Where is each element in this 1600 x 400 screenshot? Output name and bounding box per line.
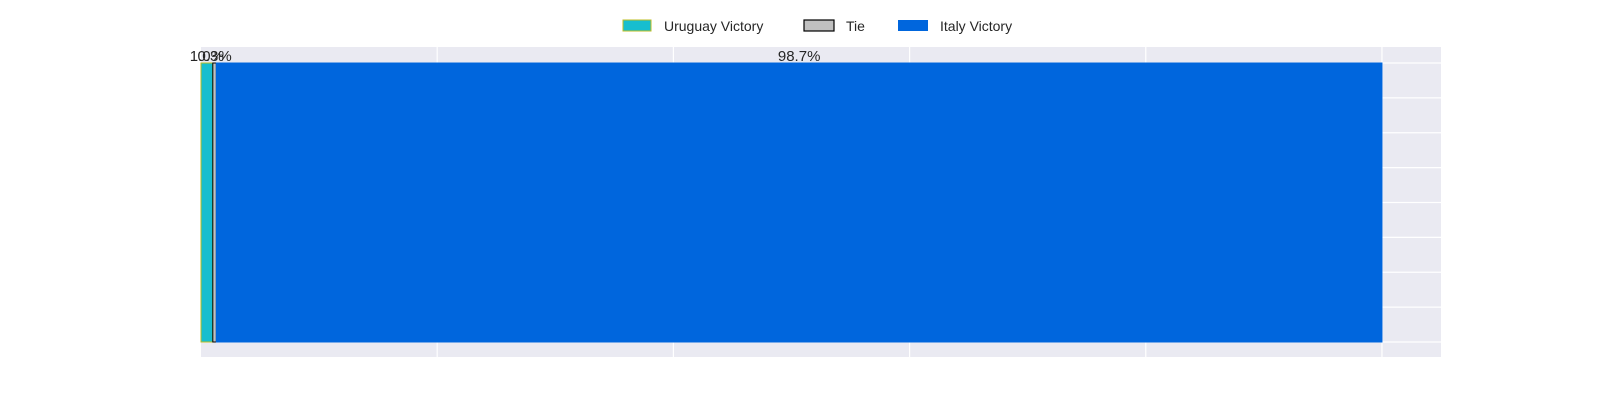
legend-swatch-tie <box>803 19 835 32</box>
legend-item-italy-victory: Italy Victory <box>898 18 1012 34</box>
legend-item-uruguay-victory: Uruguay Victory <box>622 18 763 34</box>
legend-label-uruguay-victory: Uruguay Victory <box>664 18 763 34</box>
legend: Uruguay Victory Tie Italy Victory <box>622 18 1012 34</box>
bar-uruguay-victory <box>200 62 214 343</box>
bar-italy-victory <box>215 62 1383 343</box>
data-label-italy-victory: 98.7% <box>778 48 821 65</box>
legend-label-tie: Tie <box>846 18 865 34</box>
legend-swatch-italy-victory <box>898 20 928 31</box>
bar-tie <box>212 62 217 343</box>
legend-label-italy-victory: Italy Victory <box>940 18 1012 34</box>
legend-item-tie: Tie <box>803 18 865 34</box>
stacked-bar-chart: 1.0%0.3% 98.7% Uruguay Victory Tie Italy … <box>190 18 1441 357</box>
legend-swatch-uruguay-victory <box>622 19 652 32</box>
data-label-tie: 0.3% <box>197 48 231 65</box>
bars <box>200 62 1383 343</box>
